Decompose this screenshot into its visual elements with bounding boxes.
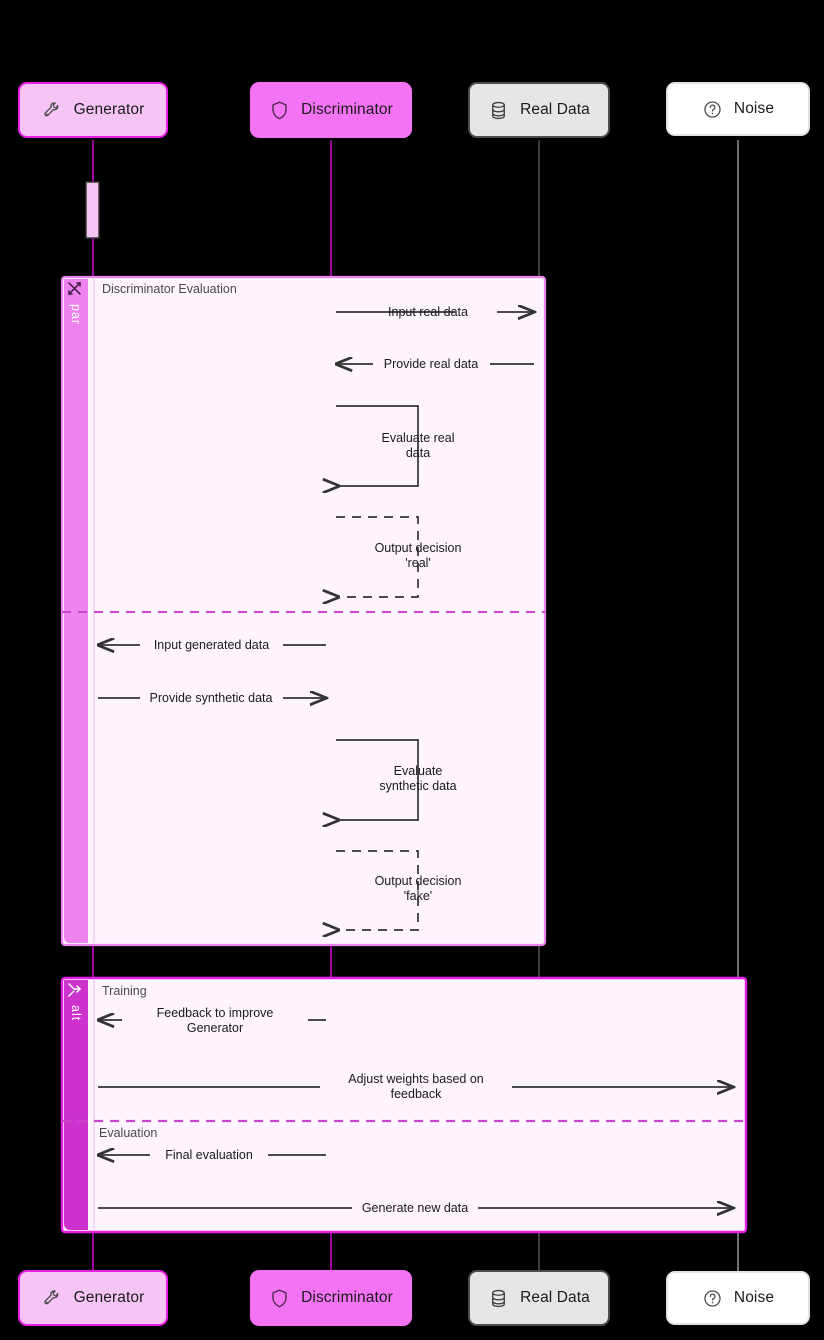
message-label-m5: Input generated data bbox=[153, 638, 270, 652]
participant-label-realdata-bottom: Real Data bbox=[520, 1289, 590, 1306]
participant-noise-top[interactable]: Noise bbox=[666, 82, 810, 136]
message-label-m9: Feedback to improve Generator bbox=[156, 1006, 274, 1035]
database-icon bbox=[492, 1289, 506, 1307]
message-label-m4: Output decision 'real' bbox=[374, 541, 462, 570]
participant-label-noise-top: Noise bbox=[733, 100, 775, 117]
shield-icon bbox=[272, 1289, 287, 1307]
par-keyword: par bbox=[69, 304, 83, 326]
alt-section-label-1: Evaluation bbox=[99, 1126, 158, 1140]
participant-label-realdata-top: Real Data bbox=[520, 101, 590, 118]
message-label-m3: Evaluate real data bbox=[381, 431, 455, 460]
participant-realdata-top[interactable]: Real Data bbox=[468, 82, 610, 138]
participant-label-generator-bottom: Generator bbox=[73, 1289, 145, 1306]
participant-generator-top[interactable]: Generator bbox=[18, 82, 168, 138]
participant-generator-bottom[interactable]: Generator bbox=[18, 1270, 168, 1326]
participant-discriminator-bottom[interactable]: Discriminator bbox=[250, 1270, 412, 1326]
par-fragment bbox=[60, 275, 547, 947]
message-label-m1: Input real data bbox=[388, 305, 468, 319]
sequence-diagram-canvas: par Discriminator Evaluation alt Trainin… bbox=[0, 0, 824, 1340]
message-label-m10: Adjust weights based on feedback bbox=[348, 1072, 484, 1101]
participant-label-noise-bottom: Noise bbox=[733, 1289, 775, 1306]
message-label-m12: Generate new data bbox=[361, 1201, 469, 1215]
participant-discriminator-top[interactable]: Discriminator bbox=[250, 82, 412, 138]
message-label-m6: Provide synthetic data bbox=[149, 691, 273, 705]
message-label-m8: Output decision 'fake' bbox=[374, 874, 462, 903]
message-label-m2: Provide real data bbox=[383, 357, 479, 371]
message-label-m7: Evaluate synthetic data bbox=[379, 764, 457, 793]
par-section-label-0: Discriminator Evaluation bbox=[102, 282, 237, 296]
question-circle-icon bbox=[704, 1289, 721, 1307]
participant-label-discriminator-top: Discriminator bbox=[301, 101, 393, 118]
participant-label-generator-top: Generator bbox=[73, 101, 145, 118]
question-circle-icon bbox=[704, 100, 721, 118]
activation-bar-generator bbox=[85, 181, 100, 239]
participant-label-discriminator-bottom: Discriminator bbox=[301, 1289, 393, 1306]
participant-realdata-bottom[interactable]: Real Data bbox=[468, 1270, 610, 1326]
wrench-icon bbox=[43, 101, 58, 116]
database-icon bbox=[492, 101, 506, 119]
participant-noise-bottom[interactable]: Noise bbox=[666, 1271, 810, 1325]
alt-section-label-0: Training bbox=[102, 984, 147, 998]
message-label-m11: Final evaluation bbox=[165, 1148, 253, 1162]
wrench-icon bbox=[43, 1289, 58, 1304]
alt-keyword: alt bbox=[69, 1005, 83, 1022]
shield-icon bbox=[272, 101, 287, 119]
